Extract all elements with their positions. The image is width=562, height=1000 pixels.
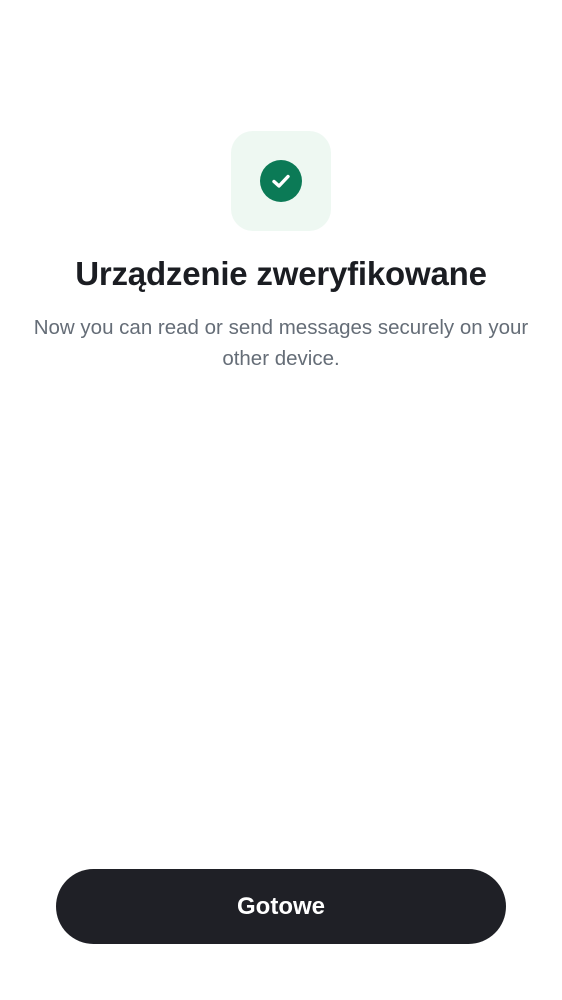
page-title: Urządzenie zweryfikowane — [75, 255, 487, 292]
page-subtitle: Now you can read or send messages secure… — [33, 316, 529, 370]
verified-icon-tile — [231, 131, 331, 231]
device-verified-screen: Urządzenie zweryfikowane Now you can rea… — [0, 0, 562, 1000]
check-circle-icon — [260, 160, 302, 202]
done-button[interactable]: Gotowe — [56, 869, 506, 944]
checkmark-icon — [272, 174, 290, 188]
